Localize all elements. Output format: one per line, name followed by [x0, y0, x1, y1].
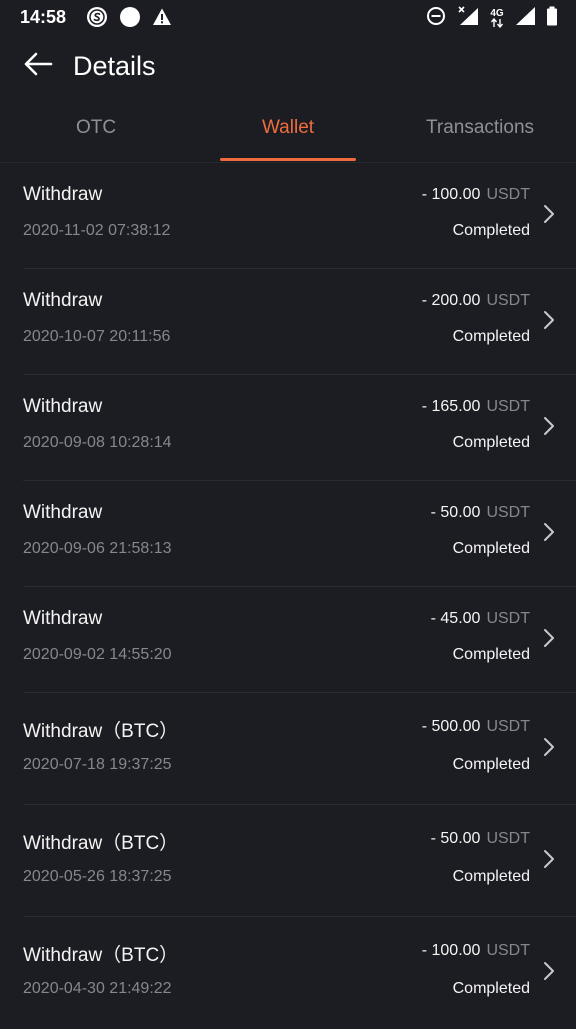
- chevron-right-icon: [542, 415, 556, 437]
- transaction-status: Completed: [452, 222, 530, 239]
- tab-transactions[interactable]: Transactions: [410, 104, 550, 152]
- wifi-no-signal-icon: [456, 6, 480, 31]
- transaction-title: Withdraw: [23, 290, 103, 311]
- network-type-label: 4G: [490, 8, 504, 19]
- tab-bar: OTC Wallet Transactions: [0, 104, 576, 162]
- transaction-date: 2020-11-02 07:38:12: [23, 222, 171, 239]
- transaction-amount: - 200.00: [421, 292, 481, 309]
- transaction-row[interactable]: Withdraw（BTC） 2020-05-26 18:37:25 - 50.00 U…: [0, 805, 576, 917]
- warning-icon: [152, 7, 172, 32]
- transaction-amount-group: - 100.00 USDT: [422, 186, 530, 204]
- transaction-unit: USDT: [486, 292, 530, 309]
- transaction-status: Completed: [452, 868, 530, 885]
- chevron-right-icon: [542, 627, 556, 649]
- transaction-date: 2020-04-30 21:49:22: [23, 980, 172, 997]
- transaction-unit: USDT: [486, 186, 530, 203]
- transaction-title: Withdraw（BTC）: [23, 833, 179, 854]
- transaction-status: Completed: [452, 434, 530, 451]
- network-type-icon: 4G: [490, 9, 504, 28]
- transaction-row[interactable]: Withdraw（BTC） 2020-07-18 19:37:25 - 500.00…: [0, 693, 576, 805]
- transaction-status: Completed: [452, 328, 530, 345]
- tab-otc[interactable]: OTC: [36, 104, 156, 152]
- status-time: 14:58: [20, 7, 67, 27]
- transaction-unit: USDT: [486, 504, 530, 521]
- transaction-amount: - 100.00: [421, 186, 481, 203]
- chevron-right-icon: [542, 203, 556, 225]
- transaction-unit: USDT: [486, 610, 530, 627]
- transaction-row[interactable]: Withdraw（BTC） 2020-04-30 21:49:22 - 100.00…: [0, 917, 576, 1029]
- transaction-date: 2020-07-18 19:37:25: [23, 756, 172, 773]
- chevron-right-icon: [542, 521, 556, 543]
- chevron-right-icon: [542, 309, 556, 331]
- status-left-icons: [86, 6, 172, 33]
- transaction-row[interactable]: Withdraw 2020-09-06 21:58:13 - 50.00 USDT Co…: [0, 481, 576, 587]
- chevron-right-icon: [542, 848, 556, 870]
- transaction-amount-group: - 45.00 USDT: [431, 610, 530, 628]
- transaction-unit: USDT: [486, 398, 530, 415]
- app-bar: Details: [0, 34, 576, 98]
- transaction-amount-group: - 100.00 USDT: [422, 942, 530, 960]
- app-s-icon: [86, 6, 108, 33]
- transaction-amount-group: - 50.00 USDT: [431, 504, 530, 522]
- transaction-date: 2020-09-06 21:58:13: [23, 540, 172, 557]
- transaction-row[interactable]: Withdraw 2020-10-07 20:11:56 - 200.00 USDT C…: [0, 269, 576, 375]
- transaction-date: 2020-10-07 20:11:56: [23, 328, 171, 345]
- transaction-amount: - 50.00: [430, 504, 481, 521]
- status-right-icons: 4G: [426, 6, 558, 31]
- transaction-row[interactable]: Withdraw 2020-09-08 10:28:14 - 165.00 USDT C…: [0, 375, 576, 481]
- transaction-amount: - 100.00: [421, 942, 481, 959]
- chevron-right-icon: [542, 960, 556, 982]
- cell-signal-icon: [514, 6, 536, 31]
- tab-wallet[interactable]: Wallet: [220, 104, 356, 152]
- transaction-title: Withdraw（BTC）: [23, 945, 179, 966]
- transaction-unit: USDT: [486, 942, 530, 959]
- transaction-status: Completed: [452, 540, 530, 557]
- do-not-disturb-icon: [426, 6, 446, 31]
- page-title: Details: [73, 51, 156, 81]
- transaction-amount-group: - 500.00 USDT: [422, 718, 530, 736]
- transaction-amount-group: - 200.00 USDT: [422, 292, 530, 310]
- transaction-list: Withdraw 2020-11-02 07:38:12 - 100.00 USDT C…: [0, 163, 576, 1029]
- transaction-title: Withdraw: [23, 396, 103, 417]
- notification-dot-icon: [119, 6, 141, 33]
- transaction-amount: - 165.00: [421, 398, 481, 415]
- transaction-title: Withdraw（BTC）: [23, 721, 179, 742]
- transaction-unit: USDT: [486, 718, 530, 735]
- transaction-status: Completed: [452, 980, 530, 997]
- active-tab-indicator: [220, 158, 356, 161]
- transaction-amount: - 45.00: [430, 610, 481, 627]
- transaction-date: 2020-09-02 14:55:20: [23, 646, 172, 663]
- battery-icon: [546, 6, 558, 31]
- transaction-amount-group: - 50.00 USDT: [431, 830, 530, 848]
- transaction-row[interactable]: Withdraw 2020-11-02 07:38:12 - 100.00 USDT C…: [0, 163, 576, 269]
- transaction-title: Withdraw: [23, 502, 103, 523]
- transaction-amount: - 50.00: [430, 830, 481, 847]
- status-bar: 14:58 4G: [0, 0, 576, 34]
- back-arrow-icon: [23, 51, 53, 82]
- transaction-status: Completed: [452, 756, 530, 773]
- transaction-row[interactable]: Withdraw 2020-09-02 14:55:20 - 45.00 USDT Co…: [0, 587, 576, 693]
- back-button[interactable]: [20, 48, 56, 84]
- transaction-title: Withdraw: [23, 608, 103, 629]
- transaction-date: 2020-05-26 18:37:25: [23, 868, 172, 885]
- transaction-title: Withdraw: [23, 184, 103, 205]
- transaction-unit: USDT: [486, 830, 530, 847]
- transaction-date: 2020-09-08 10:28:14: [23, 434, 172, 451]
- chevron-right-icon: [542, 736, 556, 758]
- transaction-amount: - 500.00: [421, 718, 481, 735]
- transaction-status: Completed: [452, 646, 530, 663]
- transaction-amount-group: - 165.00 USDT: [422, 398, 530, 416]
